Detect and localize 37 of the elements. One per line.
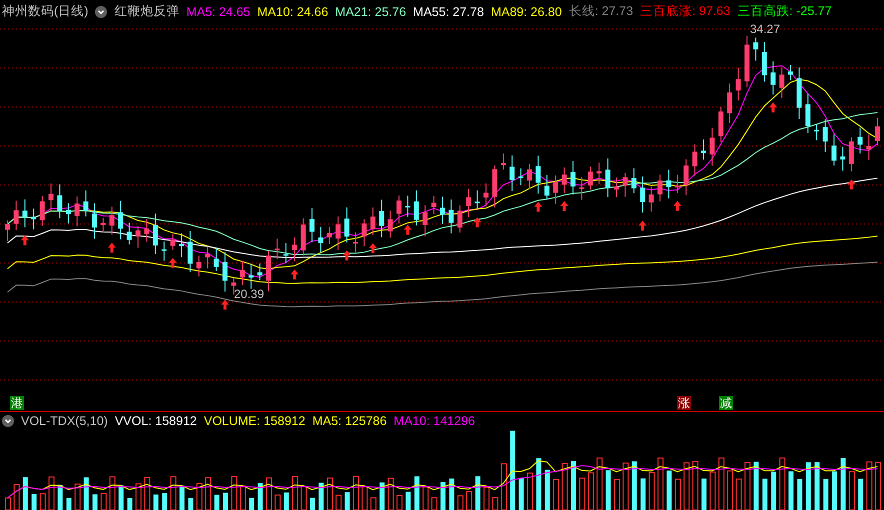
up-arrow-icon	[168, 258, 177, 268]
indicator-value: MA5: 24.65	[186, 4, 250, 18]
signal-badge: 涨	[677, 396, 691, 410]
indicator-value: VVOL: 158912	[114, 414, 197, 428]
up-arrow-icon	[638, 220, 647, 231]
indicator-value: MA55: 27.78	[413, 4, 484, 18]
indicator-value: 长线: 27.73	[568, 3, 634, 20]
up-arrow-icon	[108, 242, 116, 253]
up-arrow-icon	[847, 179, 856, 190]
stock-title: 神州数码(日线)	[2, 3, 88, 20]
up-arrow-icon	[20, 235, 29, 246]
up-arrow-icon	[473, 217, 482, 228]
signal-badge: 港	[10, 396, 24, 410]
dropdown-icon[interactable]	[2, 415, 14, 427]
up-arrow-icon	[673, 200, 682, 211]
indicator-value: VOLUME: 158912	[204, 414, 306, 428]
indicator-value: 三百底涨: 97.63	[640, 3, 730, 20]
up-arrow-icon	[560, 201, 568, 212]
dropdown-icon[interactable]	[95, 6, 108, 18]
up-arrow-icon	[769, 102, 778, 112]
up-arrow-icon	[290, 269, 299, 280]
indicator-name: VOL-TDX(5,10)	[21, 414, 108, 428]
up-arrow-icon	[404, 224, 412, 235]
price-label: 20.39	[234, 287, 264, 301]
up-arrow-icon	[342, 250, 351, 260]
indicator-value: MA10: 24.66	[257, 4, 328, 18]
indicator-value: MA89: 26.80	[490, 4, 562, 18]
indicator-value: MA21: 25.76	[335, 4, 406, 18]
up-arrow-icon	[221, 300, 229, 310]
up-arrow-icon	[368, 243, 377, 254]
indicator-name: 红鞭炮反弹	[114, 3, 180, 20]
indicator-value: MA5: 125786	[312, 414, 387, 428]
indicator-value: 三百高跌: -25.77	[737, 3, 832, 20]
signal-badge: 减	[719, 396, 733, 410]
up-arrow-icon	[534, 202, 542, 212]
price-label: 34.27	[750, 22, 780, 36]
indicator-value: MA10: 141296	[394, 414, 475, 428]
